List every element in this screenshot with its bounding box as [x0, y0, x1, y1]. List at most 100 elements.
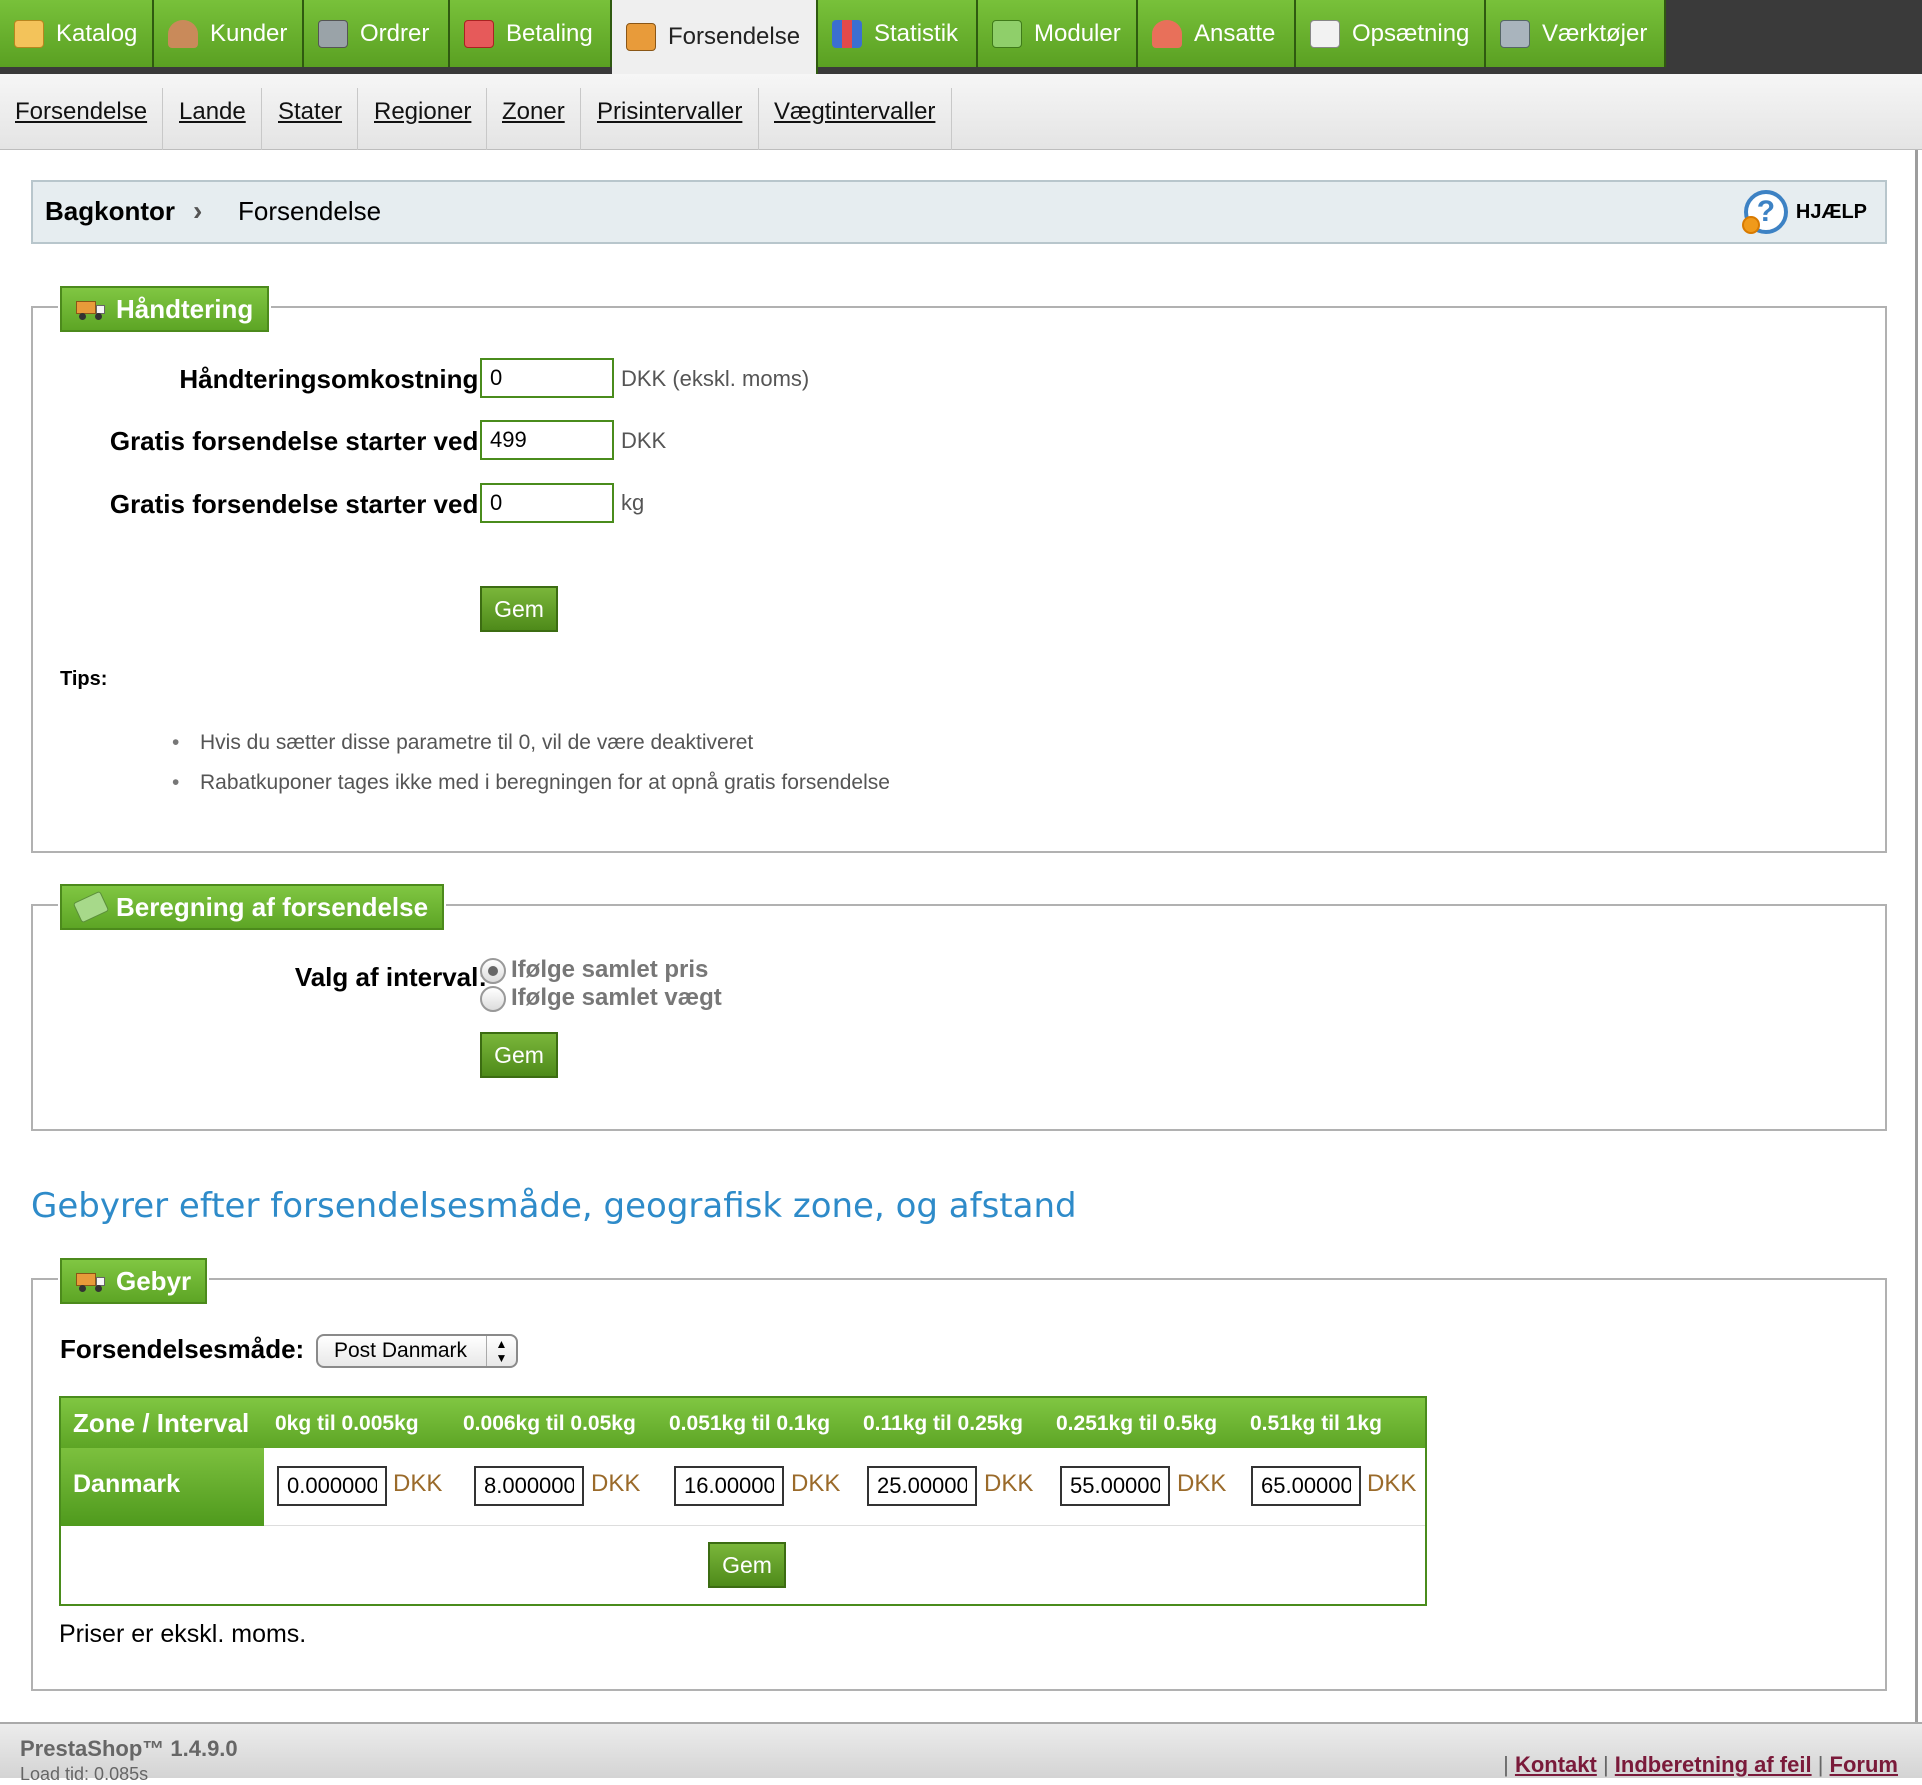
handling-cost-input[interactable] — [480, 358, 614, 398]
truck-icon — [76, 1271, 106, 1292]
rate-table-corner: Zone / Interval — [73, 1408, 250, 1438]
sub-link-forsendelse[interactable]: Forsendelse — [15, 74, 147, 150]
footer-link-contact[interactable]: Kontakt — [1515, 1752, 1597, 1777]
rate-currency: DKK — [984, 1470, 1034, 1497]
breadcrumb-root[interactable]: Bagkontor — [45, 196, 175, 227]
cart-icon — [318, 19, 348, 48]
tab-ordrer[interactable]: Ordrer — [304, 0, 450, 67]
handling-cost-unit: DKK (ekskl. moms) — [621, 366, 810, 391]
row-divider — [264, 1525, 1425, 1526]
rate-column-header: 0.006kg til 0.05kg — [463, 1412, 636, 1435]
tab-ansatte[interactable]: Ansatte — [1138, 0, 1296, 67]
sub-menu-divider — [261, 88, 262, 150]
fees-legend: Gebyr — [57, 1256, 210, 1306]
rate-input[interactable] — [674, 1466, 784, 1506]
footer-links: | Kontakt | Indberetning af feil | Forum — [1503, 1752, 1898, 1777]
load-time: Load tid: 0.085s — [20, 1764, 149, 1784]
sub-link-vaegtintervaller[interactable]: Vægtintervaller — [774, 74, 935, 150]
calculation-save-button[interactable]: Gem — [480, 1032, 558, 1078]
free-shipping-weight-unit: kg — [621, 490, 645, 515]
puzzle-icon — [992, 19, 1022, 48]
tab-label: Forsendelse — [668, 23, 801, 50]
footer: PrestaShop™ 1.4.9.0 Load tid: 0.085s | K… — [0, 1722, 1922, 1784]
rate-column-header: 0.051kg til 0.1kg — [669, 1412, 831, 1435]
radio-by-price-label[interactable]: Ifølge samlet pris — [511, 956, 708, 984]
fees-save-button[interactable]: Gem — [708, 1542, 786, 1588]
calculation-legend: Beregning af forsendelse — [57, 882, 447, 932]
sub-menu: Forsendelse Lande Stater Regioner Zoner … — [0, 74, 1922, 150]
calculation-fieldset: Beregning af forsendelse Valg af interva… — [31, 882, 1887, 1131]
sub-link-zoner[interactable]: Zoner — [502, 74, 565, 150]
sub-link-regioner[interactable]: Regioner — [374, 74, 471, 150]
rate-input[interactable] — [474, 1466, 584, 1506]
sub-menu-divider — [580, 88, 581, 150]
rate-column-header: 0.51kg til 1kg — [1250, 1412, 1382, 1435]
free-shipping-price-label: Gratis forsendelse starter ved: — [109, 426, 487, 456]
sub-menu-divider — [951, 88, 952, 150]
calculation-legend-label: Beregning af forsendelse — [116, 891, 429, 922]
footer-link-bug-report[interactable]: Indberetning af feil — [1615, 1752, 1812, 1777]
tab-kunder[interactable]: Kunder — [154, 0, 304, 67]
rate-column-header: 0kg til 0.005kg — [275, 1412, 419, 1435]
tab-moduler[interactable]: Moduler — [978, 0, 1138, 67]
truck-icon — [626, 23, 656, 51]
carrier-select[interactable]: Post Danmark ▲ ▼ — [316, 1334, 518, 1368]
rate-table: Zone / Interval 0kg til 0.005kg 0.006kg … — [59, 1396, 1427, 1606]
rate-column-header: 0.251kg til 0.5kg — [1056, 1412, 1218, 1435]
tab-label: Ansatte — [1194, 19, 1276, 47]
sub-link-stater[interactable]: Stater — [278, 74, 342, 150]
free-shipping-price-unit: DKK — [621, 428, 667, 453]
customer-icon — [168, 19, 198, 48]
rate-column-header: 0.11kg til 0.25kg — [863, 1412, 1023, 1435]
free-shipping-price-input[interactable] — [480, 420, 614, 460]
chevron-right-icon: › — [193, 195, 203, 226]
version-label: PrestaShop™ 1.4.9.0 — [20, 1736, 238, 1761]
sub-link-prisintervaller[interactable]: Prisintervaller — [597, 74, 742, 150]
sub-menu-divider — [486, 88, 487, 150]
tip-item: Hvis du sætter disse parametre til 0, vi… — [172, 731, 753, 755]
sub-menu-divider — [758, 88, 759, 150]
rate-input[interactable] — [867, 1466, 977, 1506]
tab-label: Ordrer — [360, 19, 430, 47]
breadcrumb: Bagkontor › Forsendelse ? HJÆLP — [31, 180, 1887, 244]
tab-vaerktoejer[interactable]: Værktøjer — [1486, 0, 1666, 67]
free-shipping-weight-input[interactable] — [480, 483, 614, 523]
interval-choice-label: Valg af interval: — [294, 962, 487, 992]
radio-by-price[interactable] — [480, 958, 506, 984]
tips-title: Tips: — [60, 668, 108, 690]
rate-table-header: Zone / Interval 0kg til 0.005kg 0.006kg … — [61, 1398, 1425, 1448]
handling-legend: Håndtering — [57, 284, 272, 334]
truck-icon — [76, 299, 106, 320]
help-icon: ? — [1741, 190, 1788, 234]
handling-cost-label: Håndteringsomkostning: — [179, 364, 487, 394]
tab-statistik[interactable]: Statistik — [818, 0, 978, 67]
tab-betaling[interactable]: Betaling — [450, 0, 612, 67]
carrier-label: Forsendelsesmåde: — [60, 1334, 305, 1364]
sub-menu-divider — [357, 88, 358, 150]
rate-input[interactable] — [1060, 1466, 1170, 1506]
tab-katalog[interactable]: Katalog — [0, 0, 154, 67]
help-label: HJÆLP — [1795, 200, 1867, 223]
footer-link-forum[interactable]: Forum — [1830, 1752, 1898, 1777]
select-arrows-icon: ▲ ▼ — [486, 1336, 516, 1366]
rate-currency: DKK — [1367, 1470, 1417, 1497]
handling-save-button[interactable]: Gem — [480, 586, 558, 632]
wrench-icon — [1500, 19, 1530, 48]
help-button[interactable]: ? HJÆLP — [1741, 190, 1867, 234]
sub-link-lande[interactable]: Lande — [179, 74, 246, 150]
radio-by-weight[interactable] — [480, 986, 506, 1012]
rate-input[interactable] — [1251, 1466, 1361, 1506]
handling-fieldset: Håndtering Håndteringsomkostning: DKK (e… — [31, 284, 1887, 853]
payment-icon — [464, 19, 494, 48]
tab-opsaetning[interactable]: Opsætning — [1296, 0, 1486, 67]
tab-label: Katalog — [56, 19, 138, 47]
sub-menu-divider — [162, 88, 163, 150]
radio-by-weight-label[interactable]: Ifølge samlet vægt — [511, 984, 722, 1012]
tab-forsendelse[interactable]: Forsendelse — [612, 0, 818, 74]
tab-label: Betaling — [506, 19, 593, 47]
bar-chart-icon — [832, 19, 862, 48]
calculator-icon — [72, 890, 110, 924]
rate-input[interactable] — [277, 1466, 387, 1506]
zone-label: Danmark — [61, 1448, 264, 1526]
tab-label: Værktøjer — [1542, 19, 1648, 47]
